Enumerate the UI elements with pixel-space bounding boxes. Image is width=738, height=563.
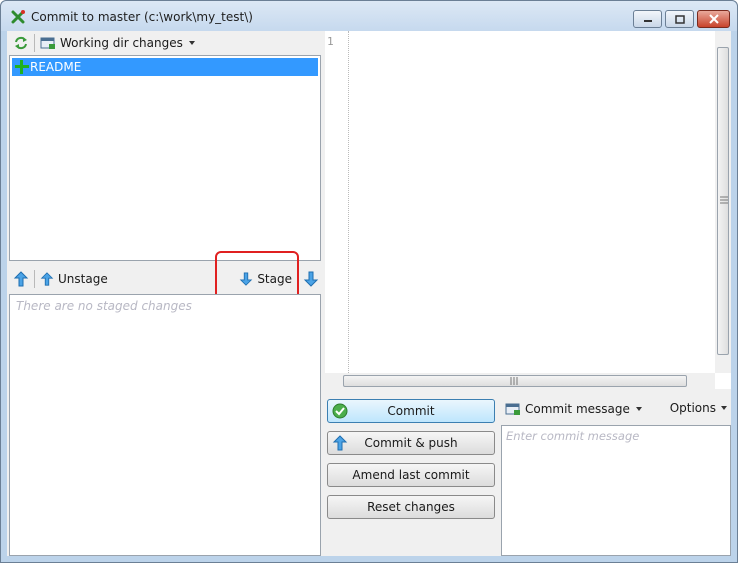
unstage-all-icon	[13, 271, 29, 287]
file-name: README	[30, 60, 82, 74]
window-title: Commit to master (c:\work\my_test\)	[31, 10, 253, 24]
commit-message-area: Commit message Options Enter commit mess…	[499, 397, 731, 556]
vertical-scrollbar[interactable]	[715, 31, 731, 373]
staged-file-list[interactable]: There are no staged changes	[9, 294, 321, 556]
check-circle-icon	[332, 403, 348, 419]
refresh-button[interactable]	[11, 33, 31, 53]
amend-label: Amend last commit	[352, 468, 470, 482]
stage-label: Stage	[257, 272, 292, 286]
diff-and-commit-panel: 1 Commit Commit & push Amend last commit…	[325, 31, 731, 556]
vertical-scroll-thumb[interactable]	[717, 47, 729, 355]
reset-label: Reset changes	[367, 500, 455, 514]
toolbar-separator	[34, 270, 35, 288]
working-dir-icon	[40, 37, 55, 49]
chevron-down-icon	[188, 41, 195, 45]
commit-message-input[interactable]: Enter commit message	[501, 425, 731, 556]
client-area: Working dir changes README Unstage Stage…	[7, 31, 731, 556]
commit-message-label: Commit message	[525, 402, 630, 416]
commit-label: Commit	[387, 404, 435, 418]
working-dir-label: Working dir changes	[60, 36, 183, 50]
amend-commit-button[interactable]: Amend last commit	[327, 463, 495, 487]
commit-button[interactable]: Commit	[327, 399, 495, 423]
arrow-up-icon	[40, 272, 54, 286]
commit-message-toolbar: Commit message Options	[499, 397, 731, 421]
unstaged-toolbar: Working dir changes	[7, 31, 321, 55]
stage-button[interactable]: Stage	[237, 269, 294, 289]
commit-window: Commit to master (c:\work\my_test\) Work…	[0, 0, 738, 563]
commit-message-icon	[505, 403, 520, 415]
grip-icon	[510, 377, 518, 385]
commit-push-button[interactable]: Commit & push	[327, 431, 495, 455]
staging-toolbar: Unstage Stage	[7, 265, 321, 293]
working-dir-dropdown[interactable]: Working dir changes	[38, 33, 197, 53]
unstaged-file-list[interactable]: README	[9, 55, 321, 261]
file-row-readme[interactable]: README	[12, 58, 318, 76]
toolbar-separator	[34, 34, 35, 52]
grip-icon	[720, 196, 728, 204]
chevron-down-icon	[721, 406, 727, 410]
changes-panel: Working dir changes README Unstage Stage…	[7, 31, 321, 556]
app-icon	[11, 10, 25, 24]
line-number-gutter: 1	[325, 31, 349, 373]
horizontal-scrollbar[interactable]	[325, 373, 715, 389]
added-icon	[14, 59, 30, 75]
horizontal-scroll-thumb[interactable]	[343, 375, 687, 387]
close-icon	[708, 14, 719, 24]
commit-message-dropdown[interactable]: Commit message	[503, 399, 644, 419]
arrow-down-icon	[240, 272, 253, 286]
push-arrow-icon	[332, 435, 348, 451]
diff-viewer[interactable]: 1	[325, 31, 731, 389]
unstage-label: Unstage	[58, 272, 108, 286]
no-staged-changes-text: There are no staged changes	[16, 299, 192, 313]
minimize-button[interactable]	[633, 10, 662, 28]
stage-all-button[interactable]	[301, 269, 321, 289]
stage-all-icon	[303, 271, 319, 287]
unstage-all-button[interactable]	[11, 269, 31, 289]
minimize-icon	[643, 20, 652, 22]
unstage-button[interactable]: Unstage	[38, 269, 110, 289]
refresh-icon	[15, 36, 27, 50]
commit-message-placeholder: Enter commit message	[506, 429, 640, 443]
maximize-icon	[674, 14, 685, 24]
chevron-down-icon	[635, 407, 642, 411]
title-bar: Commit to master (c:\work\my_test\)	[1, 1, 737, 31]
toolbar-separator	[297, 270, 298, 288]
close-button[interactable]	[697, 10, 730, 28]
maximize-button[interactable]	[665, 10, 694, 28]
commit-push-label: Commit & push	[364, 436, 458, 450]
options-dropdown[interactable]: Options	[670, 401, 727, 415]
reset-changes-button[interactable]: Reset changes	[327, 495, 495, 519]
options-label: Options	[669, 401, 716, 415]
line-number: 1	[327, 35, 334, 48]
